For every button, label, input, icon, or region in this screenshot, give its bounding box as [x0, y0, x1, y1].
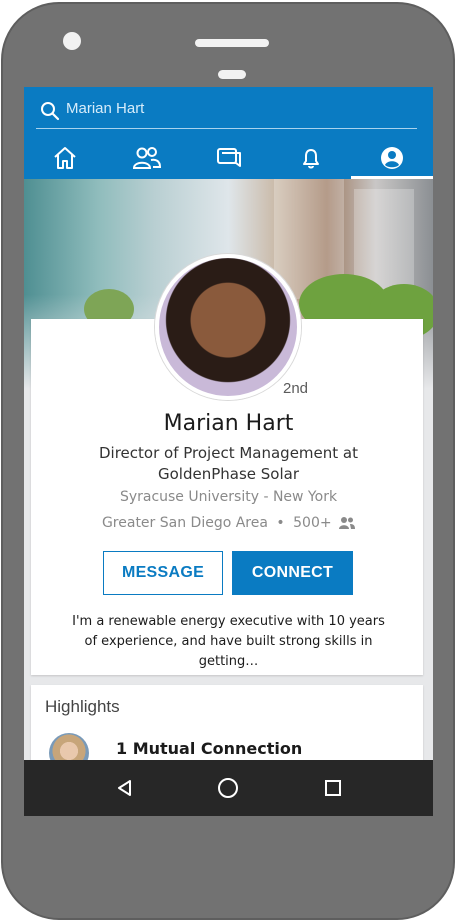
front-camera	[63, 32, 81, 50]
recents-icon	[325, 780, 341, 796]
separator-dot: •	[276, 515, 285, 531]
connections-icon	[339, 517, 356, 529]
nav-profile[interactable]	[351, 137, 433, 179]
mutual-connection-label[interactable]: 1 Mutual Connection	[116, 739, 302, 758]
notifications-icon	[303, 149, 319, 169]
highlights-title: Highlights	[45, 697, 120, 716]
nav-network[interactable]	[106, 137, 188, 179]
search-bar[interactable]: Marian Hart	[36, 97, 417, 129]
message-button[interactable]: MESSAGE	[103, 551, 223, 595]
app-screen: Marian Hart 2nd Marian Hart Director of …	[24, 87, 433, 816]
recents-button[interactable]	[303, 760, 363, 816]
nav-notifications[interactable]	[270, 137, 352, 179]
messaging-icon	[217, 148, 241, 167]
home-icon	[54, 147, 76, 169]
system-nav-bar	[24, 760, 433, 816]
back-icon	[118, 780, 131, 796]
proximity-sensor	[218, 70, 246, 79]
profile-name: Marian Hart	[163, 411, 294, 436]
profile-summary[interactable]: I'm a renewable energy executive with 10…	[64, 612, 393, 672]
search-input[interactable]: Marian Hart	[66, 100, 144, 117]
profile-avatar[interactable]	[155, 254, 301, 400]
home-button[interactable]	[198, 760, 258, 816]
earpiece-speaker	[195, 39, 269, 47]
home-circle-icon	[218, 778, 238, 798]
profile-headline: Director of Project Management at Golden…	[99, 444, 358, 483]
connections-count: 500+	[293, 515, 332, 531]
connection-degree: 2nd	[283, 380, 309, 397]
network-icon	[132, 147, 162, 169]
back-button[interactable]	[95, 760, 155, 816]
nav-messaging[interactable]	[188, 137, 270, 179]
search-icon	[41, 102, 60, 121]
nav-home[interactable]	[24, 137, 106, 179]
connect-button[interactable]: CONNECT	[232, 551, 353, 595]
main-nav	[24, 137, 433, 179]
profile-icon	[381, 147, 403, 169]
profile-education: Syracuse University - New York	[119, 489, 338, 505]
profile-location-row: Greater San Diego Area • 500+	[24, 515, 433, 531]
top-bar: Marian Hart	[24, 87, 433, 179]
profile-location: Greater San Diego Area	[101, 515, 268, 531]
